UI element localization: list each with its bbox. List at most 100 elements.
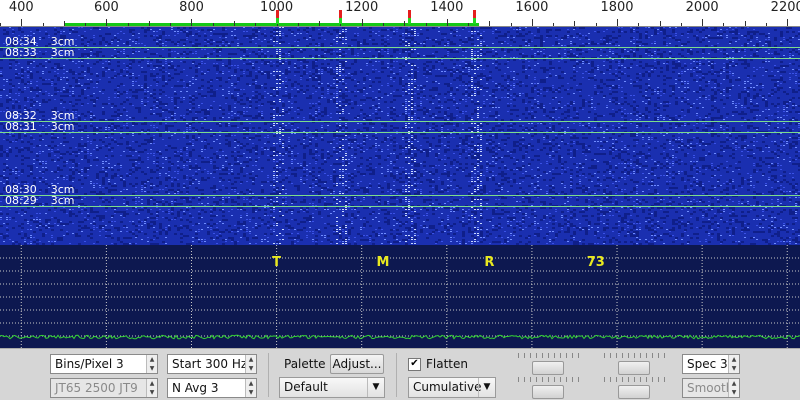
up-arrow-icon[interactable]: ▲ [729, 379, 739, 388]
gain2-slider[interactable] [604, 377, 666, 400]
waterfall-timestamp: 08:29 3cm [5, 195, 74, 206]
rx-frequency-marker [339, 18, 343, 24]
zero-slider[interactable] [518, 353, 580, 377]
palette-label: Palette [284, 357, 326, 371]
down-arrow-icon[interactable]: ▼ [147, 388, 157, 397]
slider-handle[interactable] [532, 361, 564, 375]
slider-handle[interactable] [618, 361, 650, 375]
waterfall-time-line [0, 206, 800, 207]
frequency-tick-minor [170, 23, 172, 26]
up-arrow-icon[interactable]: ▲ [147, 355, 157, 364]
chevron-down-icon[interactable]: ▼ [478, 378, 495, 397]
frequency-tick-minor [148, 21, 150, 26]
smooth-value: Smooth 1 [687, 381, 734, 395]
frequency-tick-minor [42, 23, 44, 26]
bins-per-pixel-arrows[interactable]: ▲ ▼ [146, 355, 157, 373]
frequency-tick-label: 400 [8, 0, 34, 15]
frequency-tick-minor [553, 23, 555, 26]
smooth-arrows[interactable]: ▲ ▼ [728, 379, 739, 397]
timestamp-time: 08:29 [5, 194, 37, 207]
up-arrow-icon[interactable]: ▲ [147, 379, 157, 388]
mode-arrows[interactable]: ▲ ▼ [146, 379, 157, 397]
tx-frequency-marker[interactable] [473, 10, 477, 18]
spec-percent-spinbox[interactable]: Spec 30 % ▲▼ [682, 354, 740, 374]
tx-frequency-marker[interactable] [407, 10, 411, 18]
frequency-tick-major [446, 19, 448, 26]
frequency-tick-minor [63, 21, 65, 26]
zero2-slider[interactable] [518, 377, 580, 400]
mode-spinbox[interactable]: JT65 2500 JT9 ▲ ▼ [50, 378, 158, 398]
slider-handle[interactable] [618, 385, 650, 399]
frequency-tick-label: 800 [179, 0, 204, 15]
flatten-checkbox[interactable]: ✔ [408, 358, 421, 371]
frequency-tick-label: 2200 [770, 0, 800, 15]
slider-ticks [604, 353, 666, 358]
waterfall-time-line [0, 195, 800, 196]
decoded-character-label: T [272, 255, 282, 270]
frequency-tick-minor [468, 23, 470, 26]
spec-percent-arrows[interactable]: ▲ ▼ [728, 355, 739, 373]
gain-slider[interactable] [604, 353, 666, 377]
up-arrow-icon[interactable]: ▲ [729, 355, 739, 364]
frequency-tick-major [106, 19, 108, 26]
tx-frequency-marker[interactable] [339, 10, 343, 18]
tx-frequency-marker[interactable] [275, 10, 279, 18]
wide-graph-window: 400 600 800 1000 1200 1400 1600 1800 2000 2200 08… [0, 0, 800, 400]
frequency-tick-major [361, 19, 363, 26]
down-arrow-icon[interactable]: ▼ [246, 364, 256, 373]
frequency-tick-minor [319, 21, 321, 26]
frequency-tick-minor [234, 21, 236, 26]
frequency-tick-minor [127, 23, 129, 26]
frequency-tick-minor [744, 21, 746, 26]
spectrum-type-select[interactable]: Cumulative ▼ [408, 377, 496, 398]
timestamp-time: 08:33 [5, 46, 37, 59]
frequency-tick-major [617, 19, 619, 26]
frequency-tick-minor [723, 23, 725, 26]
down-arrow-icon[interactable]: ▼ [729, 388, 739, 397]
down-arrow-icon[interactable]: ▼ [246, 388, 256, 397]
up-arrow-icon[interactable]: ▲ [246, 379, 256, 388]
rx-frequency-marker [407, 18, 411, 24]
spectrum-display[interactable]: T M R 73 [0, 245, 800, 348]
timestamp-band-label: 3cm [50, 120, 75, 133]
frequency-tick-major [21, 19, 23, 26]
frequency-scale[interactable]: 400 600 800 1000 1200 1400 1600 1800 2000 2200 [0, 0, 800, 27]
frequency-tick-major [787, 19, 789, 26]
frequency-tick-label: 1800 [600, 0, 634, 15]
start-frequency-spinbox[interactable]: Start 300 Hz ▲ ▼ [167, 354, 257, 374]
n-avg-arrows[interactable]: ▲ ▼ [245, 379, 256, 397]
frequency-tick-minor [212, 23, 214, 26]
smooth-spinbox[interactable]: Smooth 1 ▲▼ [682, 378, 740, 398]
start-frequency-arrows[interactable]: ▲ ▼ [245, 355, 256, 373]
chevron-down-icon[interactable]: ▼ [367, 378, 384, 397]
down-arrow-icon[interactable]: ▼ [729, 364, 739, 373]
waterfall-display[interactable]: 08:34 3cm 08:33 3cm 08:32 3cm 08:31 3cm 08:30 3cm… [0, 27, 800, 245]
mode-value: JT65 2500 JT9 [55, 381, 138, 395]
waterfall-timestamp: 08:31 3cm [5, 121, 74, 132]
down-arrow-icon[interactable]: ▼ [147, 364, 157, 373]
frequency-tick-label: 1400 [430, 0, 464, 15]
n-avg-spinbox[interactable]: N Avg 3 ▲ ▼ [167, 378, 257, 398]
waterfall-time-line [0, 47, 800, 48]
frequency-tick-minor [765, 23, 767, 26]
frequency-tick-major [191, 19, 193, 26]
palette-selected-value: Default [284, 380, 328, 394]
waterfall-time-line [0, 132, 800, 133]
slider-handle[interactable] [532, 385, 564, 399]
frequency-tick-label: 600 [93, 0, 119, 15]
timestamp-band-label: 3cm [50, 46, 75, 59]
waterfall-time-line [0, 58, 800, 59]
bins-per-pixel-spinbox[interactable]: Bins/Pixel 3 ▲ ▼ [50, 354, 158, 374]
up-arrow-icon[interactable]: ▲ [246, 355, 256, 364]
frequency-tick-minor [85, 23, 87, 26]
palette-select[interactable]: Default ▼ [279, 377, 385, 398]
slider-ticks [518, 353, 580, 358]
frequency-tick-minor [0, 23, 1, 26]
frequency-tick-label: 2000 [685, 0, 719, 15]
n-avg-value: N Avg 3 [172, 381, 219, 395]
adjust-palette-button[interactable]: Adjust... [330, 354, 384, 374]
bins-per-pixel-value: Bins/Pixel 3 [55, 357, 124, 371]
start-frequency-value: Start 300 Hz [172, 357, 248, 371]
frequency-tick-minor [297, 23, 299, 26]
frequency-tick-major [531, 19, 533, 26]
